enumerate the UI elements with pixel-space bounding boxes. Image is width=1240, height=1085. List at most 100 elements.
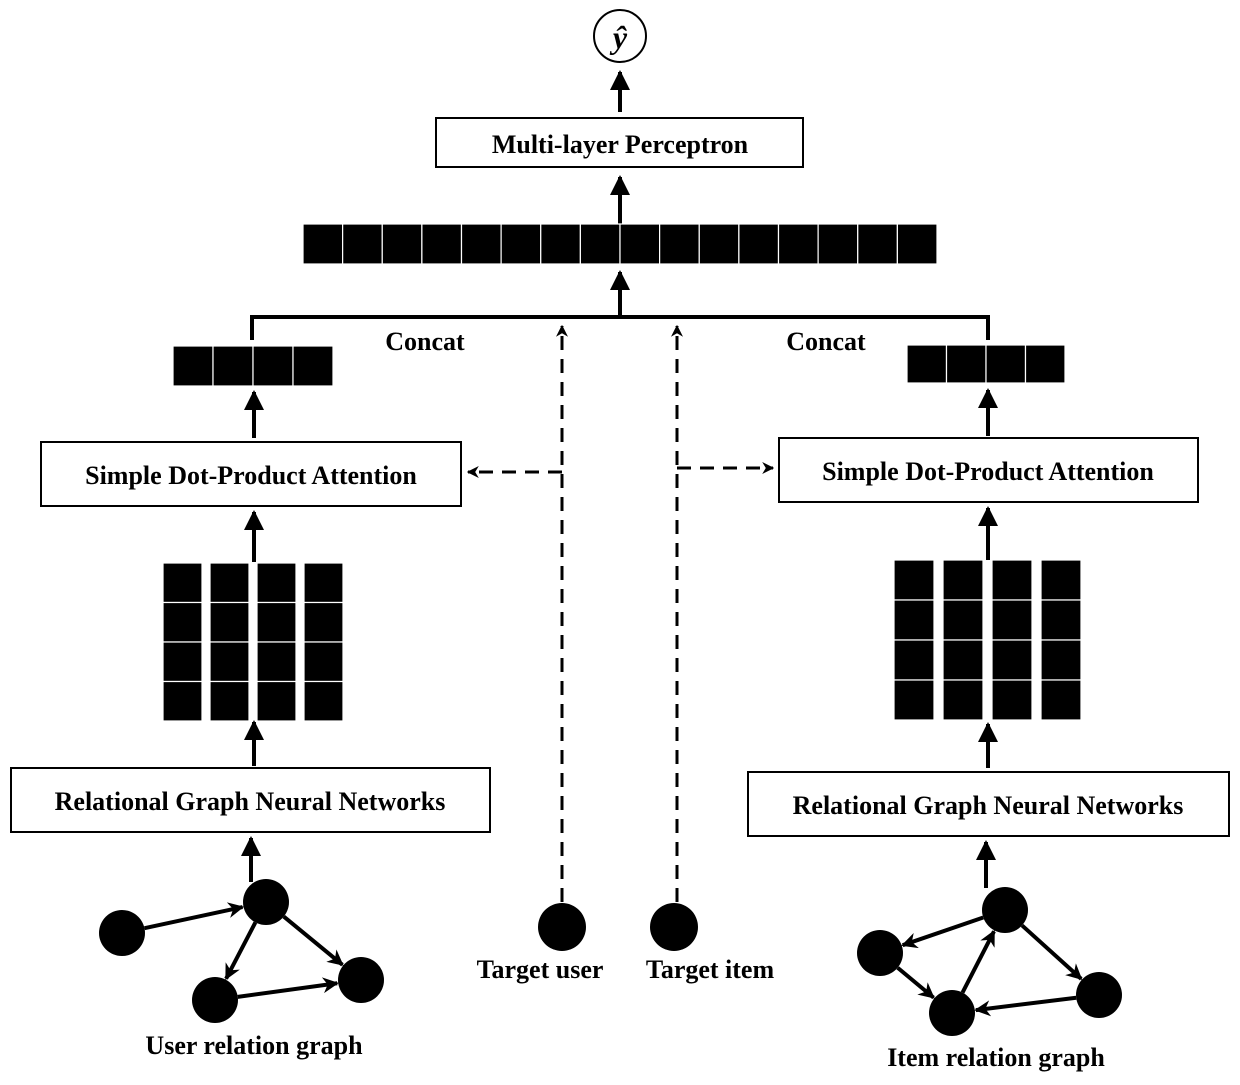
concat-vector-cell — [540, 223, 581, 265]
user-pooled-vector — [172, 345, 334, 387]
concat-vector-cell — [777, 223, 819, 265]
concat-vector-cell — [817, 223, 859, 265]
user-attention-block: Simple Dot-Product Attention — [40, 441, 462, 507]
graph-edge — [901, 915, 984, 949]
user-matrix-cell — [162, 680, 203, 722]
item-attention-block: Simple Dot-Product Attention — [778, 437, 1199, 503]
graph-edge — [224, 921, 258, 981]
item-pooled-vector-cell — [906, 344, 948, 384]
graph-node — [243, 879, 289, 925]
graph-node — [982, 887, 1028, 933]
user-graph-label: User relation graph — [145, 1031, 363, 1060]
item-pooled-vector — [906, 344, 1066, 384]
item-matrix-cell — [1040, 639, 1082, 681]
concat-vector-cell — [421, 223, 463, 265]
user-relation-graph — [99, 879, 384, 1023]
output-node: ŷ — [593, 9, 647, 63]
user-matrix-cell — [209, 641, 250, 683]
item-embedding-matrix — [893, 559, 1082, 721]
item-relation-graph — [857, 887, 1122, 1036]
graph-edge — [237, 977, 339, 999]
user-matrix-cell — [256, 641, 297, 683]
user-matrix-cell — [162, 601, 203, 643]
concat-label-left: Concat — [385, 327, 465, 356]
graph-edge — [144, 902, 245, 931]
concat-label-right: Concat — [786, 327, 866, 356]
target-item-label: Target item — [646, 955, 775, 984]
concat-merge-line — [250, 315, 990, 340]
item-attention-label: Simple Dot-Product Attention — [822, 457, 1154, 486]
target-user-node — [538, 903, 586, 951]
user-pooled-vector-cell — [172, 345, 214, 387]
graph-node — [929, 990, 975, 1036]
target-user-label: Target user — [477, 955, 604, 984]
graph-node — [338, 957, 384, 1003]
user-matrix-cell — [209, 562, 250, 604]
user-rgnn-label: Relational Graph Neural Networks — [55, 787, 446, 816]
concat-vector-cell — [857, 223, 898, 265]
concat-vector-cell — [460, 223, 502, 265]
user-pooled-vector-cell — [252, 345, 294, 387]
item-matrix-cell — [991, 599, 1033, 641]
item-matrix-cell — [991, 679, 1033, 721]
item-matrix-cell — [893, 639, 935, 681]
concat-vector-cell — [500, 223, 542, 265]
graph-node — [1076, 972, 1122, 1018]
item-rgnn-block: Relational Graph Neural Networks — [747, 771, 1230, 837]
user-pooled-vector-cell — [212, 345, 254, 387]
item-matrix-cell — [1040, 599, 1082, 641]
user-matrix-cell — [303, 562, 344, 604]
concat-vector-cell — [659, 223, 700, 265]
item-matrix-cell — [942, 599, 984, 641]
item-matrix-cell — [893, 559, 935, 601]
user-matrix-cell — [256, 562, 297, 604]
item-matrix-cell — [893, 679, 935, 721]
item-matrix-cell — [991, 639, 1033, 681]
item-pooled-vector-cell — [1024, 344, 1066, 384]
item-matrix-cell — [893, 599, 935, 641]
concat-vector-cell — [579, 223, 621, 265]
user-matrix-cell — [303, 601, 344, 643]
user-rgnn-block: Relational Graph Neural Networks — [10, 767, 491, 833]
user-matrix-cell — [209, 680, 250, 722]
concat-vector-cell — [738, 223, 780, 265]
concat-vector-cell — [619, 223, 661, 265]
graph-edge — [974, 995, 1077, 1017]
concat-vector-cell — [342, 223, 383, 265]
graph-edge — [282, 915, 344, 967]
concat-vector-cell — [896, 223, 938, 265]
user-attention-label: Simple Dot-Product Attention — [85, 461, 417, 490]
graph-node — [857, 930, 903, 976]
user-matrix-cell — [162, 562, 203, 604]
graph-edge — [896, 966, 935, 1000]
user-pooled-vector-cell — [292, 345, 334, 387]
item-matrix-cell — [942, 639, 984, 681]
item-matrix-cell — [942, 679, 984, 721]
graph-edge — [1020, 923, 1083, 981]
item-graph-label: Item relation graph — [887, 1043, 1105, 1072]
item-matrix-cell — [1040, 559, 1082, 601]
item-matrix-cell — [991, 559, 1033, 601]
graph-node — [192, 977, 238, 1023]
concat-vector-cell — [698, 223, 740, 265]
model-architecture-diagram: ŷ Multi-layer Perceptron Concat Concat S… — [10, 9, 1230, 1072]
user-matrix-cell — [256, 601, 297, 643]
concat-vector — [302, 223, 938, 265]
graph-edge — [960, 929, 996, 994]
item-pooled-vector-cell — [945, 344, 987, 384]
mlp-block: Multi-layer Perceptron — [435, 117, 804, 168]
item-matrix-cell — [942, 559, 984, 601]
item-rgnn-label: Relational Graph Neural Networks — [793, 791, 1184, 820]
user-matrix-cell — [303, 641, 344, 683]
user-matrix-cell — [303, 680, 344, 722]
graph-node — [99, 910, 145, 956]
user-embedding-matrix — [162, 562, 344, 722]
concat-vector-cell — [381, 223, 423, 265]
item-matrix-cell — [1040, 679, 1082, 721]
user-matrix-cell — [209, 601, 250, 643]
user-matrix-cell — [256, 680, 297, 722]
mlp-label: Multi-layer Perceptron — [492, 130, 749, 159]
user-matrix-cell — [162, 641, 203, 683]
item-pooled-vector-cell — [985, 344, 1027, 384]
target-item-node — [650, 903, 698, 951]
